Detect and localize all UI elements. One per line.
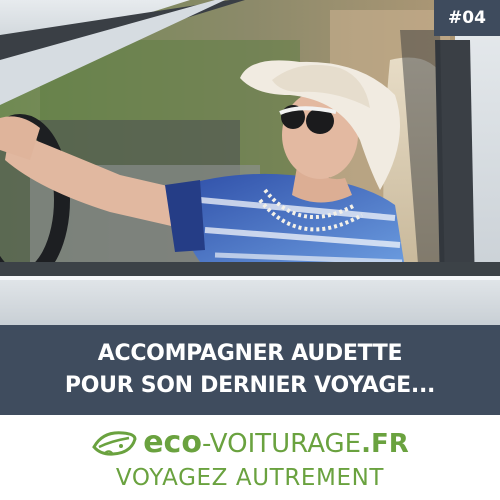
episode-badge: #04 [434,0,500,36]
leaf-icon [92,430,137,456]
brand-logo: eco-VOITURAGE.FR [91,424,409,464]
brand-name: eco-VOITURAGE.FR [143,425,409,460]
headline-banner: ACCOMPAGNER AUDETTE POUR SON DERNIER VOY… [0,325,500,415]
brand-slogan: VOYAGEZ AUTREMENT [115,464,385,491]
brand-name-eco: eco [143,425,202,460]
brand-name-tld: .FR [361,429,409,459]
ad-card: #04 ACCOMPAGNER AUDETTE POUR SON DERNIER… [0,0,500,500]
brand-footer: eco-VOITURAGE.FR VOYAGEZ AUTREMENT [0,415,500,500]
car-driver-photo [0,0,500,332]
headline-line-1: ACCOMPAGNER AUDETTE [97,341,403,366]
headline-line-2: POUR SON DERNIER VOYAGE... [64,373,436,398]
brand-name-main: -VOITURAGE [201,429,362,459]
